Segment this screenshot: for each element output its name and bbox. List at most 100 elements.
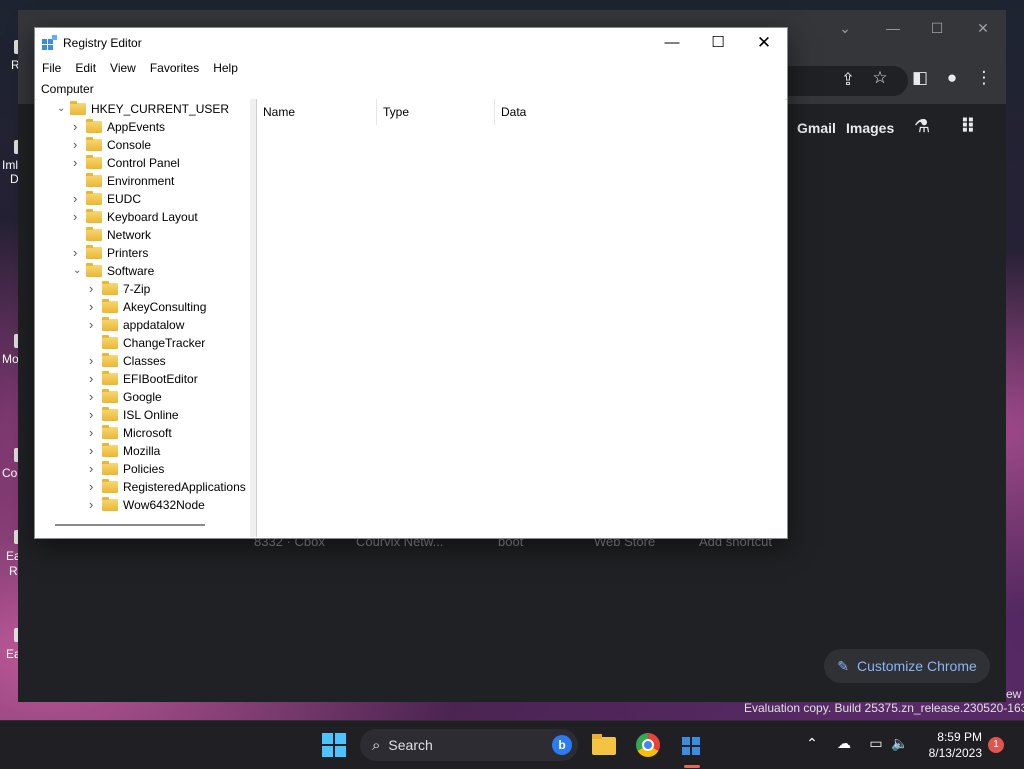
chevron-right-icon[interactable]: › [73,190,83,208]
chrome-tab-search-icon[interactable]: ⌄ [830,20,860,37]
chevron-up-icon[interactable]: ⌃ [802,735,822,752]
chevron-right-icon[interactable]: › [89,424,99,442]
bing-icon[interactable]: b [552,735,572,755]
tree-node[interactable]: › Mozilla [89,442,250,460]
values-pane[interactable]: Name Type Data [257,99,785,536]
tree-horizontal-scrollbar[interactable] [55,524,205,526]
chevron-down-icon[interactable]: ⌄ [57,100,67,118]
folder-icon [102,461,118,475]
tree-node[interactable]: › Classes [89,352,250,370]
chevron-right-icon[interactable]: › [89,352,99,370]
tree-node-label: EFIBootEditor [123,372,198,386]
chevron-right-icon[interactable]: › [89,388,99,406]
tree-node-label: Policies [123,462,165,476]
network-off-icon[interactable]: ☁ [834,735,854,752]
tree-node[interactable]: › Wow6432Node [89,496,250,514]
notification-badge[interactable]: 1 [988,737,1004,753]
folder-icon [86,191,102,205]
tree-node[interactable]: ⌄ HKEY_CURRENT_USER [57,100,250,118]
chrome-close-button[interactable]: ✕ [968,20,998,37]
gmail-link[interactable]: Gmail [797,120,836,136]
menu-edit[interactable]: Edit [68,58,103,78]
maximize-button[interactable]: ☐ [695,28,741,58]
google-apps-icon[interactable]: ⠿ [960,114,976,139]
sidebar-icon[interactable]: ◧ [906,68,934,88]
tree-node[interactable]: › Keyboard Layout [73,208,250,226]
chevron-right-icon[interactable]: › [89,370,99,388]
images-link[interactable]: Images [846,120,894,136]
menu-help[interactable]: Help [206,58,245,78]
tree-node[interactable]: › AkeyConsulting [89,298,250,316]
folder-icon [102,443,118,457]
kebab-menu-icon[interactable]: ⋮ [970,68,998,88]
tree-node[interactable]: › EUDC [73,190,250,208]
tree-node[interactable]: Network [73,226,250,244]
labs-flask-icon[interactable]: ⚗ [914,116,930,137]
tree-node[interactable]: › 7-Zip [89,280,250,298]
tree-node[interactable]: › Printers [73,244,250,262]
title-bar[interactable]: Registry Editor — ☐ ✕ [35,28,787,58]
desktop-icon-label[interactable]: Iml [2,158,18,172]
key-tree-pane[interactable]: ⌄ HKEY_CURRENT_USER › AppEvents › Console › Con… [36,99,250,535]
column-header-name[interactable]: Name [257,99,377,125]
tree-node-label: appdatalow [123,318,185,332]
star-icon[interactable]: ☆ [866,68,894,88]
volume-icon[interactable]: 🔈 [890,735,910,752]
chevron-right-icon[interactable]: › [89,478,99,496]
folder-icon [86,155,102,169]
tree-node[interactable]: › Console [73,136,250,154]
chevron-right-icon[interactable]: › [89,460,99,478]
tree-node[interactable]: Environment [73,172,250,190]
menu-view[interactable]: View [103,58,143,78]
menu-file[interactable]: File [35,58,68,78]
registry-editor-taskbar-icon[interactable] [678,731,706,768]
folder-icon [102,299,118,313]
chevron-right-icon[interactable]: › [73,136,83,154]
tree-node[interactable]: › Google [89,388,250,406]
tree-node[interactable]: › RegisteredApplications [89,478,250,496]
chevron-right-icon[interactable]: › [89,298,99,316]
desktop-icon-label[interactable]: Mo [2,352,19,366]
chevron-right-icon[interactable]: › [89,442,99,460]
tree-node[interactable]: › EFIBootEditor [89,370,250,388]
chevron-down-icon[interactable]: ⌄ [73,262,83,280]
clock[interactable]: 8:59 PM 8/13/2023 [918,729,982,761]
tree-node[interactable]: ChangeTracker [89,334,250,352]
tree-node[interactable]: › AppEvents [73,118,250,136]
desktop-icon-label[interactable]: Co [2,466,17,480]
chevron-right-icon[interactable]: › [89,280,99,298]
taskbar-search[interactable]: ⌕ Search b [360,729,578,761]
tree-node[interactable]: › ISL Online [89,406,250,424]
tree-node[interactable]: › Control Panel [73,154,250,172]
chrome-minimize-button[interactable]: — [878,20,908,36]
chevron-right-icon[interactable]: › [73,244,83,262]
chevron-right-icon[interactable]: › [73,154,83,172]
chevron-right-icon[interactable]: › [89,406,99,424]
menu-favorites[interactable]: Favorites [143,58,206,78]
chrome-icon[interactable] [634,731,662,759]
display-icon[interactable]: ▭ [866,735,886,752]
chevron-right-icon[interactable]: › [73,118,83,136]
search-icon: ⌕ [372,736,381,754]
pane-splitter[interactable] [250,99,257,537]
chevron-right-icon[interactable]: › [73,208,83,226]
address-bar[interactable]: Computer [35,79,787,100]
tree-node[interactable]: › Policies [89,460,250,478]
column-header-type[interactable]: Type [377,99,495,125]
tree-node-label: Microsoft [123,426,172,440]
tree-node[interactable]: › Microsoft [89,424,250,442]
minimize-button[interactable]: — [649,28,695,58]
tree-node[interactable]: ⌄ Software [73,262,250,280]
share-icon[interactable]: ⇪ [834,70,862,90]
tree-node[interactable]: › appdatalow [89,316,250,334]
start-button[interactable] [322,733,346,757]
customize-chrome-button[interactable]: ✎ Customize Chrome [824,649,990,683]
file-explorer-icon[interactable] [590,731,618,759]
chevron-right-icon[interactable]: › [89,496,99,514]
chevron-right-icon[interactable]: › [89,316,99,334]
desktop-icon-label[interactable]: R [9,564,18,578]
close-button[interactable]: ✕ [741,28,787,58]
profile-icon[interactable]: ● [938,68,966,88]
chrome-maximize-button[interactable]: ☐ [922,20,952,37]
column-header-data[interactable]: Data [495,99,785,125]
